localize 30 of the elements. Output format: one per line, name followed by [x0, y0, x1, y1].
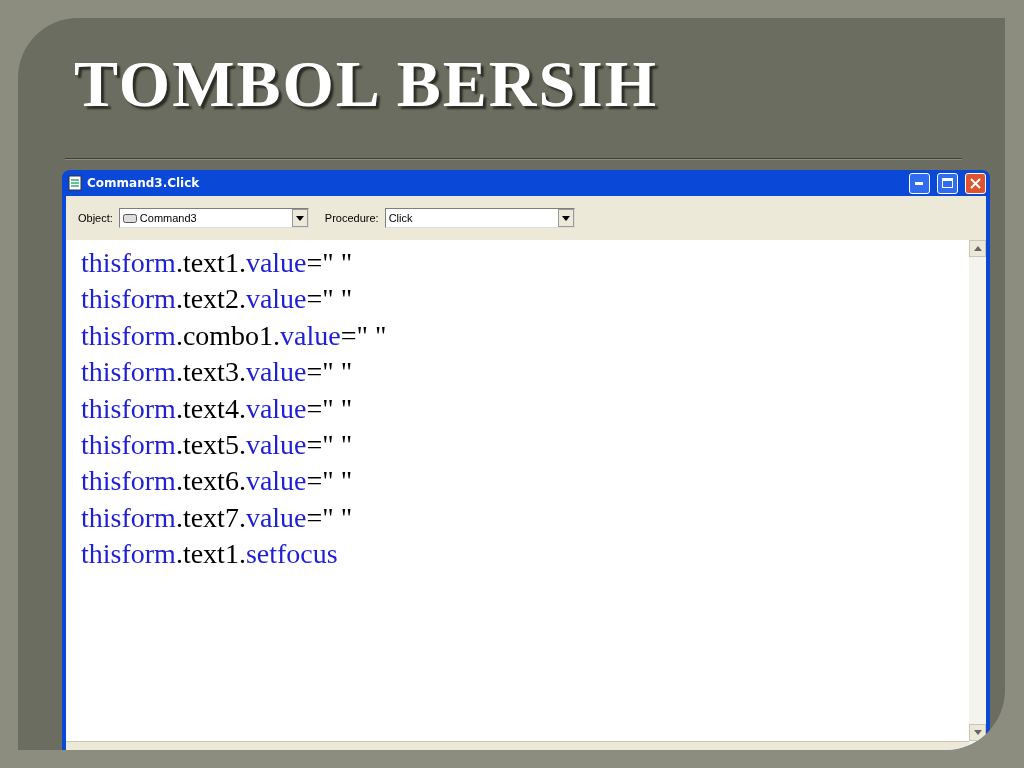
code-line: thisform.text2.value=" ": [81, 282, 353, 317]
close-icon: [970, 177, 981, 189]
close-button[interactable]: [965, 172, 986, 194]
code-line: thisform.text1.setfocus: [81, 537, 338, 572]
caret-icon: [561, 215, 570, 221]
slide-title: TOMBOL BERSIH: [74, 46, 659, 122]
procedure-label: Procedure:: [324, 212, 379, 224]
code-line: thisform.combo1.value=" ": [81, 318, 387, 353]
caret-icon: [295, 215, 304, 221]
window-title: Command3.Click: [87, 176, 200, 190]
code-line: thisform.text4.value=" ": [81, 391, 353, 426]
code-line: thisform.text6.value=" ": [81, 464, 353, 499]
scroll-up-button[interactable]: [969, 240, 986, 257]
up-arrow-icon: [973, 246, 982, 251]
down-arrow-icon: [973, 730, 982, 735]
button-icon: [122, 213, 137, 223]
maximize-button[interactable]: [937, 172, 958, 194]
minimize-button[interactable]: [909, 172, 930, 194]
object-dropdown[interactable]: Command3: [118, 208, 309, 228]
code-line: thisform.text7.value=" ": [81, 500, 353, 535]
code-line: thisform.text5.value=" ": [81, 428, 353, 463]
code-line: thisform.text3.value=" ": [81, 355, 353, 390]
object-label: Object:: [78, 212, 113, 224]
scroll-down-button[interactable]: [969, 724, 986, 741]
minimize-icon: [915, 181, 924, 185]
procedure-dropdown[interactable]: Click: [384, 208, 575, 228]
document-icon: [68, 175, 82, 191]
maximize-icon: [942, 178, 953, 188]
code-line: thisform.text1.value=" ": [81, 246, 353, 280]
horizontal-scrollbar[interactable]: [66, 741, 969, 750]
